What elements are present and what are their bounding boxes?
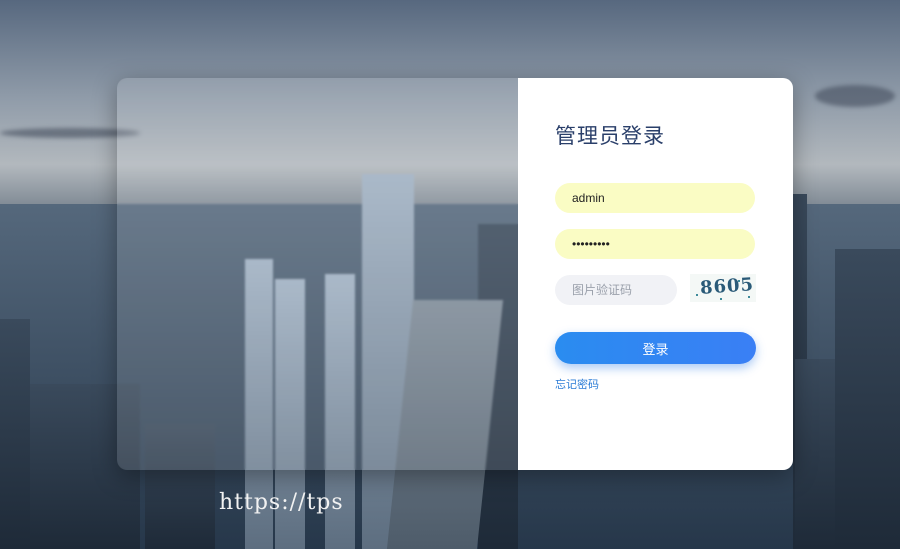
forgot-password-link[interactable]: 忘记密码 bbox=[555, 376, 599, 392]
username-field[interactable] bbox=[555, 183, 755, 213]
login-form-panel: 管理员登录 8605 登录 忘记密码 bbox=[518, 78, 793, 470]
captcha-input[interactable] bbox=[555, 275, 677, 305]
password-field[interactable] bbox=[555, 229, 755, 259]
captcha-noise bbox=[696, 294, 698, 296]
watermark-text: https://tps bbox=[219, 490, 344, 515]
captcha-noise bbox=[748, 296, 750, 298]
building bbox=[0, 319, 30, 549]
captcha-noise bbox=[720, 298, 722, 300]
building bbox=[795, 359, 835, 549]
cloud bbox=[815, 85, 895, 107]
building bbox=[835, 249, 900, 549]
captcha-noise bbox=[738, 280, 740, 282]
card-image-panel bbox=[117, 78, 518, 470]
login-title: 管理员登录 bbox=[555, 124, 665, 148]
captcha-text: 8605 bbox=[699, 274, 755, 299]
login-button[interactable]: 登录 bbox=[555, 332, 756, 364]
captcha-image[interactable]: 8605 bbox=[690, 274, 756, 302]
login-card: 管理员登录 8605 登录 忘记密码 bbox=[117, 78, 793, 470]
